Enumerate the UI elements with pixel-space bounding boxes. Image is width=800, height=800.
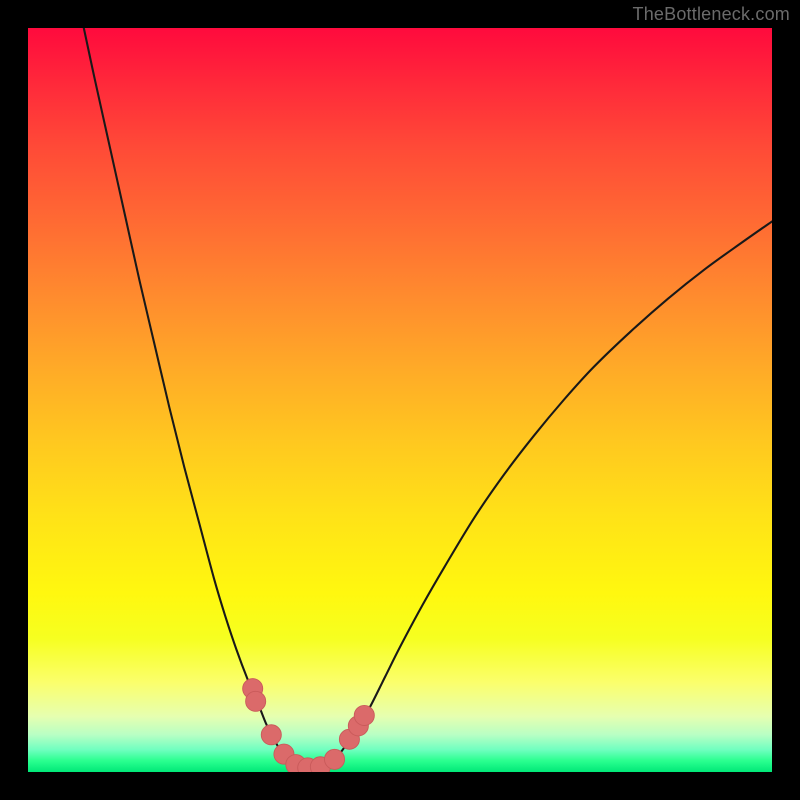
highlight-markers (243, 679, 375, 772)
highlight-dot (246, 691, 266, 711)
plot-area (28, 28, 772, 772)
highlight-dot (324, 749, 344, 769)
curve-left-branch (84, 28, 289, 761)
curve-right-branch (333, 221, 772, 760)
chart-frame: TheBottleneck.com (0, 0, 800, 800)
highlight-dot (354, 705, 374, 725)
highlight-dot (261, 725, 281, 745)
watermark-text: TheBottleneck.com (633, 4, 790, 25)
chart-svg (28, 28, 772, 772)
